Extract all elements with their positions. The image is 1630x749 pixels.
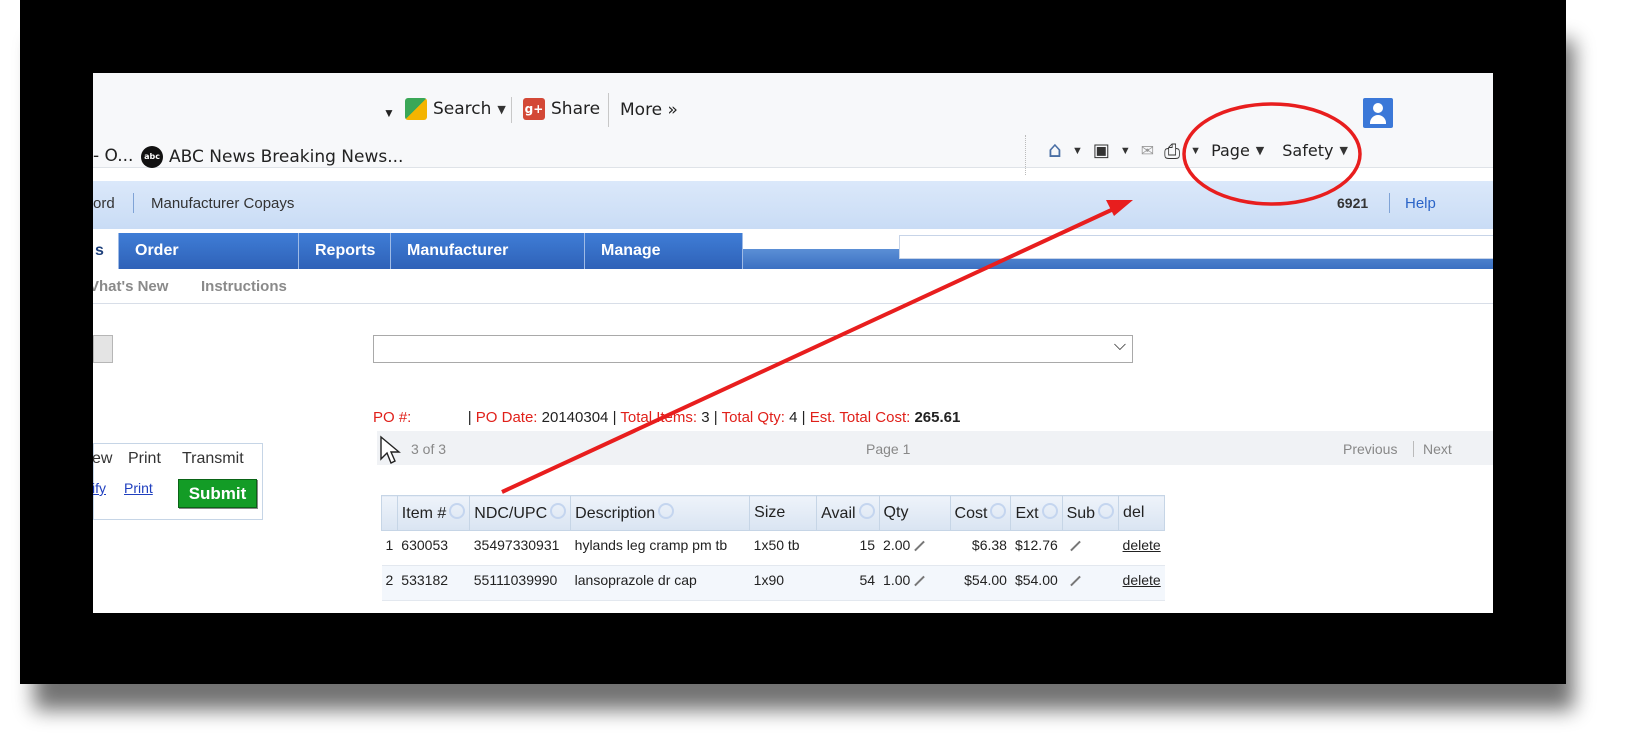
annotation-circle <box>1182 102 1362 206</box>
annotation-overlay <box>501 102 1362 494</box>
annotation-arrow-head <box>1106 200 1133 216</box>
annotation-arrow-line <box>501 204 1121 494</box>
